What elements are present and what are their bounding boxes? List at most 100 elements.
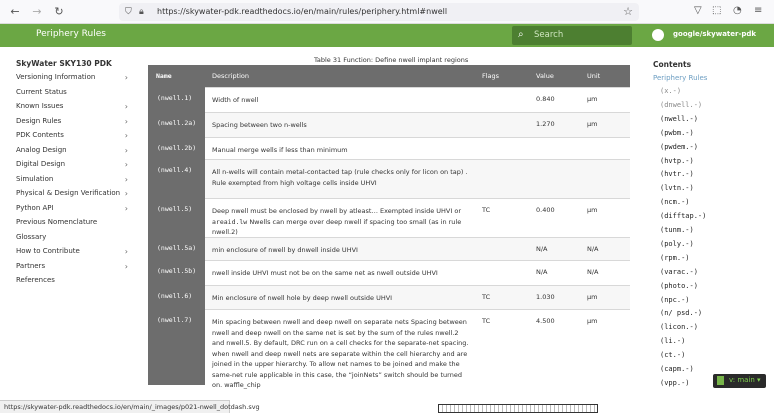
sidebar: SkyWater SKY130 PDK Versioning Informati… [0, 47, 140, 397]
sidebar-item[interactable]: Simulation › [16, 175, 128, 188]
reload-icon[interactable]: ↻ [52, 5, 66, 19]
sidebar-item[interactable]: Versioning Information › [16, 73, 128, 86]
extensions-icon[interactable]: ⬚ [712, 5, 721, 16]
sidebar-item[interactable]: Known Issues › [16, 102, 128, 115]
rule-description: Spacing between two n-wells [212, 120, 470, 131]
chevron-right-icon[interactable]: › [125, 102, 128, 111]
toc-link-periphery-rules[interactable]: Periphery Rules [653, 74, 707, 82]
rule-unit: µm [587, 293, 598, 301]
toc-item[interactable]: (n/ psd.-) [660, 309, 702, 317]
chevron-right-icon[interactable]: › [125, 204, 128, 213]
version-badge[interactable]: v: main ▾ [713, 374, 766, 388]
toc-item[interactable]: (vpp.-) [660, 379, 690, 387]
rule-description-text: Deep nwell must be enclosed by nwell by … [212, 207, 461, 215]
toc-item[interactable]: (li.-) [660, 337, 685, 345]
sidebar-item[interactable]: References [16, 276, 128, 289]
table-caption: Table 31 Function: Define nwell implant … [314, 56, 469, 64]
toc-item[interactable]: (hvtr.-) [660, 170, 694, 178]
toc-item[interactable]: (difftap.-) [660, 212, 706, 220]
sidebar-item[interactable]: Partners › [16, 262, 128, 275]
sidebar-item[interactable]: Analog Design › [16, 146, 128, 159]
toc-item[interactable]: (nwell.-) [660, 115, 698, 123]
back-icon[interactable]: ← [8, 5, 22, 19]
toc-item[interactable]: (npc.-) [660, 296, 690, 304]
chevron-right-icon[interactable]: › [125, 175, 128, 184]
sidebar-item[interactable]: Glossary [16, 233, 128, 246]
rule-body: nwell inside UHVI must not be on the sam… [205, 260, 630, 285]
rule-description: min enclosure of nwell by dnwell inside … [212, 245, 470, 256]
search-box[interactable]: ⌕ Search [512, 26, 632, 45]
github-icon[interactable] [652, 29, 664, 41]
rule-body: All n-wells will contain metal-contacted… [205, 159, 630, 198]
sidebar-item-label: PDK Contents [16, 131, 64, 139]
forward-icon[interactable]: → [30, 5, 44, 19]
rule-name: (nwell.2a) [148, 112, 205, 137]
toc-item[interactable]: (ct.-) [660, 351, 685, 359]
account-icon[interactable]: ◔ [733, 5, 742, 16]
bookmark-star-icon[interactable]: ☆ [623, 5, 633, 18]
header-description: Description [212, 72, 250, 80]
toc-item[interactable]: (poly.-) [660, 240, 694, 248]
sidebar-item[interactable]: Design Rules › [16, 117, 128, 130]
chevron-right-icon[interactable]: › [125, 117, 128, 126]
search-placeholder[interactable]: Search [534, 30, 563, 40]
rule-description-text: Min enclosure of nwell hole by deep nwel… [212, 294, 393, 302]
sidebar-item[interactable]: How to Contribute › [16, 247, 128, 260]
chevron-right-icon[interactable]: › [125, 146, 128, 155]
page-title[interactable]: Periphery Rules [36, 29, 106, 39]
browser-toolbar: ← → ↻ ⛉ 🔒︎ https://skywater-pdk.readthed… [0, 0, 774, 24]
pocket-icon[interactable]: ▽ [694, 5, 702, 16]
url-text[interactable]: https://skywater-pdk.readthedocs.io/en/m… [157, 7, 447, 16]
chevron-right-icon[interactable]: › [125, 247, 128, 256]
chevron-right-icon[interactable]: › [125, 262, 128, 271]
toc-item[interactable]: (pwbm.-) [660, 129, 694, 137]
sidebar-title[interactable]: SkyWater SKY130 PDK [16, 59, 112, 68]
rule-value: N/A [536, 245, 548, 253]
toc-item[interactable]: (pwdem.-) [660, 143, 698, 151]
sidebar-item[interactable]: Python API › [16, 204, 128, 217]
toc-item[interactable]: (tunm.-) [660, 226, 694, 234]
toc-item[interactable]: (lvtn.-) [660, 184, 694, 192]
toc-item[interactable]: (capm.-) [660, 365, 694, 373]
toc-item[interactable]: (varac.-) [660, 268, 698, 276]
rule-body: min enclosure of nwell by dnwell inside … [205, 237, 630, 260]
rule-description: All n-wells will contain metal-contacted… [212, 167, 470, 188]
sidebar-item-label: References [16, 276, 55, 284]
rule-description: Manual merge wells if less than minimum [212, 145, 470, 156]
sidebar-item[interactable]: Digital Design › [16, 160, 128, 173]
chevron-right-icon[interactable]: › [125, 131, 128, 140]
lock-icon[interactable]: 🔒︎ [139, 6, 144, 18]
repo-link[interactable]: google/skywater-pdk [673, 30, 756, 38]
rule-description-text: Manual merge wells if less than minimum [212, 146, 348, 154]
chevron-right-icon[interactable]: › [125, 189, 128, 198]
toc-item[interactable]: (photo.-) [660, 282, 698, 290]
toc-item[interactable]: (x.-) [660, 87, 681, 95]
rule-description: Deep nwell must be enclosed by nwell by … [212, 206, 470, 238]
sidebar-item[interactable]: Previous Nomenclature [16, 218, 128, 231]
chevron-right-icon[interactable]: › [125, 73, 128, 82]
sidebar-item[interactable]: Physical & Design Verification › [16, 189, 128, 202]
menu-icon[interactable]: ≡ [754, 5, 762, 16]
sidebar-item[interactable]: PDK Contents › [16, 131, 128, 144]
sidebar-item-label: Analog Design [16, 145, 67, 154]
rule-value: 0.840 [536, 95, 555, 103]
version-label[interactable]: v: main ▾ [729, 376, 761, 384]
sidebar-item[interactable]: Current Status [16, 88, 128, 101]
rule-body: Spacing between two n-wells 1.270 µm [205, 112, 630, 137]
toc-item[interactable]: (licon.-) [660, 323, 698, 331]
sidebar-item-label: Glossary [16, 232, 47, 241]
address-bar[interactable]: ⛉ 🔒︎ https://skywater-pdk.readthedocs.io… [119, 3, 639, 21]
rule-name: (nwell.5a) [148, 237, 205, 260]
rule-name: (nwell.2b) [148, 137, 205, 159]
toc-item[interactable]: (dnwell.-) [660, 101, 702, 109]
chevron-right-icon[interactable]: › [125, 160, 128, 169]
rule-description: Min spacing between nwell and deep nwell… [212, 317, 470, 391]
status-url: https://skywater-pdk.readthedocs.io/en/m… [4, 403, 260, 411]
rule-unit: N/A [587, 245, 599, 253]
toc-item[interactable]: (ncm.-) [660, 198, 690, 206]
toc-item[interactable]: (hvtp.-) [660, 157, 694, 165]
toc-item[interactable]: (rpm.-) [660, 254, 690, 262]
rule-description: nwell inside UHVI must not be on the sam… [212, 268, 470, 279]
rules-table: Name Description Flags Value Unit (nwell… [148, 65, 630, 389]
shield-icon[interactable]: ⛉ [125, 6, 132, 18]
